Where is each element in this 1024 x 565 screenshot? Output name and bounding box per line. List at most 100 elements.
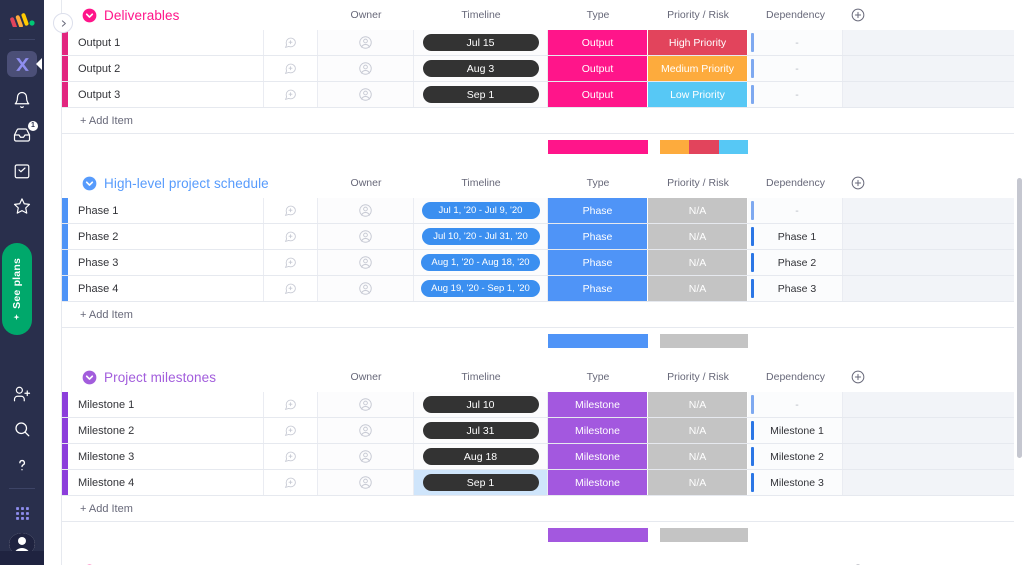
item-name-cell[interactable]: Output 3 — [68, 82, 264, 107]
item-name-cell[interactable]: Output 2 — [68, 56, 264, 81]
see-plans-button[interactable]: See plans — [2, 243, 32, 335]
dependency-cell[interactable]: - — [748, 82, 843, 107]
owner-cell[interactable] — [318, 392, 414, 417]
type-cell[interactable]: Milestone — [548, 418, 648, 443]
sidebar-item-apps[interactable] — [7, 500, 37, 526]
add-update-cell[interactable] — [264, 418, 318, 443]
owner-cell[interactable] — [318, 82, 414, 107]
sidebar-item-notifications[interactable] — [7, 87, 37, 113]
sidebar-item-workspace[interactable] — [7, 51, 42, 77]
priority-risk-cell[interactable]: N/A — [648, 224, 748, 249]
group-collapse-button[interactable] — [82, 370, 97, 385]
timeline-cell[interactable]: Aug 1, '20 - Aug 18, '20 — [414, 250, 548, 275]
group-title[interactable]: Project milestones — [104, 370, 216, 385]
type-cell[interactable]: Phase — [548, 224, 648, 249]
add-update-cell[interactable] — [264, 82, 318, 107]
timeline-cell[interactable]: Jul 15 — [414, 30, 548, 55]
type-cell[interactable]: Output — [548, 82, 648, 107]
dependency-cell[interactable]: Phase 1 — [748, 224, 843, 249]
type-cell[interactable]: Phase — [548, 250, 648, 275]
owner-cell[interactable] — [318, 250, 414, 275]
expand-navigation-button[interactable] — [53, 13, 73, 33]
owner-cell[interactable] — [318, 444, 414, 469]
add-update-cell[interactable] — [264, 250, 318, 275]
timeline-cell[interactable]: Jul 10 — [414, 392, 548, 417]
priority-risk-cell[interactable]: Medium Priority — [648, 56, 748, 81]
add-item-row[interactable]: + Add Item — [62, 108, 1014, 134]
type-cell[interactable]: Output — [548, 56, 648, 81]
add-item-row[interactable]: + Add Item — [62, 496, 1014, 522]
priority-risk-cell[interactable]: N/A — [648, 276, 748, 301]
dependency-cell[interactable]: Milestone 2 — [748, 444, 843, 469]
group-title[interactable]: High-level project schedule — [104, 176, 269, 191]
sidebar-item-inbox[interactable]: 1 — [7, 121, 38, 148]
sidebar-item-my-work[interactable] — [7, 158, 37, 184]
sidebar-item-help[interactable] — [7, 452, 37, 478]
timeline-cell[interactable]: Jul 10, '20 - Jul 31, '20 — [414, 224, 548, 249]
type-cell[interactable]: Milestone — [548, 444, 648, 469]
owner-cell[interactable] — [318, 56, 414, 81]
add-column-button[interactable] — [843, 8, 879, 22]
add-update-cell[interactable] — [264, 56, 318, 81]
add-item-label[interactable]: + Add Item — [68, 115, 133, 127]
type-cell[interactable]: Phase — [548, 276, 648, 301]
priority-risk-cell[interactable]: N/A — [648, 198, 748, 223]
item-name-cell[interactable]: Phase 4 — [68, 276, 264, 301]
item-name-cell[interactable]: Phase 3 — [68, 250, 264, 275]
dependency-cell[interactable]: Milestone 1 — [748, 418, 843, 443]
type-cell[interactable]: Milestone — [548, 392, 648, 417]
dependency-cell[interactable]: Phase 3 — [748, 276, 843, 301]
add-column-button[interactable] — [843, 370, 879, 384]
sidebar-item-search[interactable] — [7, 416, 37, 442]
sidebar-item-invite-members[interactable] — [7, 381, 37, 407]
priority-risk-cell[interactable]: Low Priority — [648, 82, 748, 107]
timeline-cell[interactable]: Aug 18 — [414, 444, 548, 469]
priority-risk-cell[interactable]: N/A — [648, 470, 748, 495]
item-name-cell[interactable]: Output 1 — [68, 30, 264, 55]
owner-cell[interactable] — [318, 470, 414, 495]
timeline-cell[interactable]: Aug 3 — [414, 56, 548, 81]
monday-logo[interactable] — [9, 10, 35, 30]
priority-risk-cell[interactable]: N/A — [648, 418, 748, 443]
dependency-cell[interactable]: - — [748, 392, 843, 417]
type-cell[interactable]: Output — [548, 30, 648, 55]
add-column-button[interactable] — [843, 176, 879, 190]
dependency-cell[interactable]: - — [748, 30, 843, 55]
sidebar-item-favorites[interactable] — [7, 194, 37, 220]
timeline-cell[interactable]: Jul 1, '20 - Jul 9, '20 — [414, 198, 548, 223]
item-name-cell[interactable]: Milestone 1 — [68, 392, 264, 417]
timeline-cell[interactable]: Sep 1 — [414, 470, 548, 495]
dependency-cell[interactable]: Phase 2 — [748, 250, 843, 275]
priority-risk-cell[interactable]: N/A — [648, 444, 748, 469]
item-name-cell[interactable]: Phase 1 — [68, 198, 264, 223]
item-name-cell[interactable]: Milestone 3 — [68, 444, 264, 469]
add-update-cell[interactable] — [264, 470, 318, 495]
dependency-cell[interactable]: - — [748, 56, 843, 81]
add-update-cell[interactable] — [264, 444, 318, 469]
owner-cell[interactable] — [318, 276, 414, 301]
item-name-cell[interactable]: Phase 2 — [68, 224, 264, 249]
type-cell[interactable]: Phase — [548, 198, 648, 223]
dependency-cell[interactable]: Milestone 3 — [748, 470, 843, 495]
timeline-cell[interactable]: Aug 19, '20 - Sep 1, '20 — [414, 276, 548, 301]
dependency-cell[interactable]: - — [748, 198, 843, 223]
type-cell[interactable]: Milestone — [548, 470, 648, 495]
add-item-row[interactable]: + Add Item — [62, 302, 1014, 328]
add-update-cell[interactable] — [264, 198, 318, 223]
owner-cell[interactable] — [318, 418, 414, 443]
timeline-cell[interactable]: Jul 31 — [414, 418, 548, 443]
item-name-cell[interactable]: Milestone 2 — [68, 418, 264, 443]
group-collapse-button[interactable] — [82, 176, 97, 191]
priority-risk-cell[interactable]: N/A — [648, 250, 748, 275]
vertical-scrollbar[interactable] — [1017, 178, 1022, 458]
add-item-label[interactable]: + Add Item — [68, 309, 133, 321]
timeline-cell[interactable]: Sep 1 — [414, 82, 548, 107]
add-update-cell[interactable] — [264, 276, 318, 301]
add-update-cell[interactable] — [264, 392, 318, 417]
owner-cell[interactable] — [318, 30, 414, 55]
group-collapse-button[interactable] — [82, 8, 97, 23]
priority-risk-cell[interactable]: N/A — [648, 392, 748, 417]
add-update-cell[interactable] — [264, 30, 318, 55]
item-name-cell[interactable]: Milestone 4 — [68, 470, 264, 495]
group-title[interactable]: Deliverables — [104, 8, 179, 23]
